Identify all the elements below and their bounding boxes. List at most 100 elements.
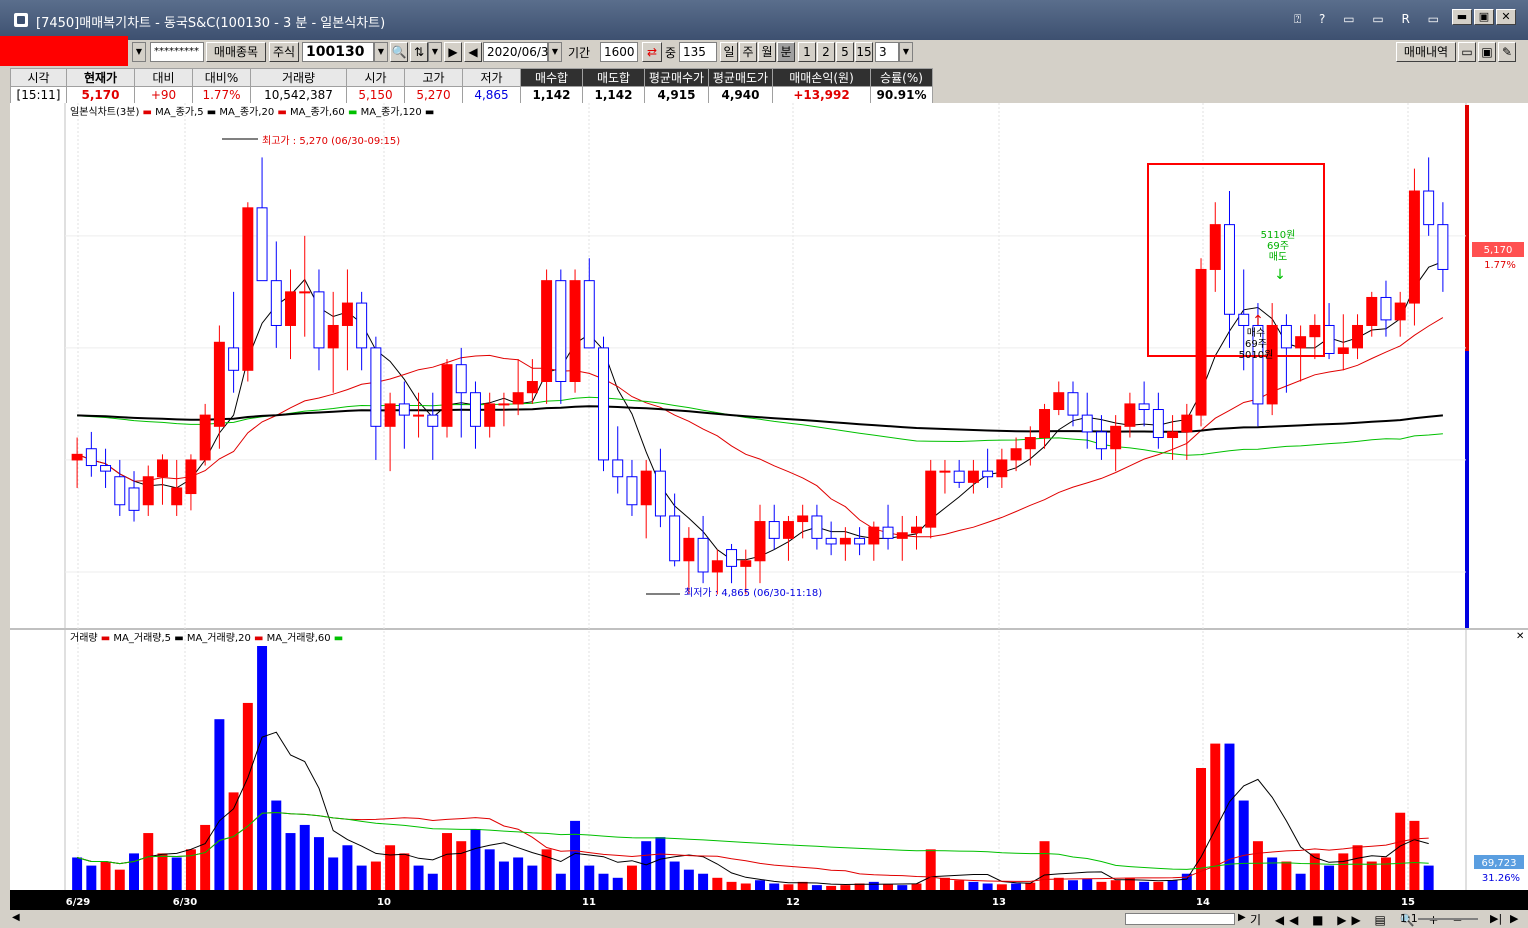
volume-bar bbox=[313, 837, 324, 890]
volume-bar bbox=[1025, 882, 1036, 890]
sell-annotation-text: 매도 bbox=[1269, 251, 1287, 263]
volume-bar bbox=[1267, 857, 1278, 890]
volume-bar bbox=[612, 877, 623, 890]
password-field[interactable]: ********* bbox=[150, 42, 204, 62]
play-icon[interactable]: ▶ bbox=[444, 42, 462, 62]
volume-bar bbox=[769, 883, 780, 890]
candle-body bbox=[1394, 302, 1406, 321]
week-button[interactable]: 주 bbox=[739, 42, 757, 62]
sort-dropdown[interactable]: ▼ bbox=[428, 42, 442, 62]
candle-body bbox=[427, 414, 439, 427]
candle-body bbox=[469, 392, 481, 427]
count-label: 중 bbox=[665, 46, 677, 60]
next-icon[interactable]: ▶ bbox=[1510, 912, 1518, 925]
price-legend-swatch: ▬ bbox=[277, 107, 286, 118]
candle-body bbox=[854, 537, 866, 545]
candle-body bbox=[839, 537, 851, 545]
date-input[interactable]: 2020/06/30 bbox=[483, 42, 556, 62]
volume-bar bbox=[527, 865, 538, 890]
period-input[interactable]: 1600 bbox=[600, 42, 638, 62]
interval-dropdown[interactable]: ▼ bbox=[899, 42, 913, 62]
volume-legend-swatch: ▬ bbox=[334, 633, 343, 644]
minimize-button[interactable]: ▬ bbox=[1452, 9, 1472, 25]
volume-legend-swatch: ▬ bbox=[101, 633, 110, 644]
volume-bar bbox=[129, 853, 139, 890]
candle-body bbox=[711, 560, 723, 573]
candle-body bbox=[398, 403, 410, 416]
candle-body bbox=[100, 465, 112, 472]
candle-body bbox=[1366, 296, 1378, 326]
save-icon[interactable]: ▣ bbox=[1478, 42, 1496, 62]
volume-bar bbox=[328, 857, 339, 890]
volume-bar bbox=[1409, 820, 1420, 890]
end-icon[interactable]: ▶| bbox=[1490, 912, 1502, 925]
interval-5-button[interactable]: 5 bbox=[836, 42, 854, 62]
minute-button[interactable]: 분 bbox=[777, 42, 795, 62]
volume-bar bbox=[1039, 841, 1050, 890]
scroll-right-icon[interactable]: ▶ bbox=[1238, 912, 1246, 923]
info-header-cell: 시가 bbox=[346, 68, 405, 87]
maximize-button[interactable]: ▣ bbox=[1474, 9, 1494, 25]
candle-body bbox=[1309, 324, 1321, 338]
info-value-cell: 1.77% bbox=[192, 86, 251, 104]
price-legend-item: MA_종가,20 bbox=[216, 106, 277, 118]
settings-icon[interactable]: ✎ bbox=[1498, 42, 1516, 62]
volume-bar bbox=[840, 885, 851, 890]
volume-bar bbox=[982, 883, 993, 890]
candle-body bbox=[1010, 448, 1022, 461]
back-icon[interactable]: ◀ bbox=[464, 42, 482, 62]
candle-body bbox=[1209, 224, 1221, 270]
buy-annotation-text: 매수 bbox=[1247, 327, 1265, 339]
account-dropdown-arrow[interactable]: ▼ bbox=[132, 42, 146, 62]
redacted-account-field[interactable] bbox=[0, 36, 128, 66]
volume-bar bbox=[100, 861, 111, 890]
zoom-slider[interactable] bbox=[1418, 918, 1478, 920]
volume-bar bbox=[242, 702, 253, 890]
month-button[interactable]: 월 bbox=[758, 42, 776, 62]
sort-icon[interactable]: ⇅ bbox=[410, 42, 428, 62]
count-input[interactable]: 135 bbox=[679, 42, 717, 62]
trade-item-button[interactable]: 매매종목 bbox=[206, 42, 266, 62]
interval-2-button[interactable]: 2 bbox=[817, 42, 835, 62]
candle-body bbox=[1039, 409, 1051, 439]
volume-bar bbox=[442, 833, 452, 890]
interval-1-button[interactable]: 1 bbox=[798, 42, 816, 62]
candle-body bbox=[512, 392, 524, 405]
close-button[interactable]: ✕ bbox=[1496, 9, 1516, 25]
x-axis-label: 13 bbox=[992, 897, 1006, 908]
volume-bar bbox=[555, 873, 566, 890]
candle-body bbox=[1224, 224, 1235, 315]
candle-body bbox=[313, 291, 325, 349]
volume-bar bbox=[427, 873, 438, 890]
interval-input[interactable]: 3 bbox=[875, 42, 899, 62]
trade-history-button[interactable]: 매매내역 bbox=[1396, 42, 1456, 62]
zoom-ratio[interactable]: 1:1 bbox=[1400, 912, 1418, 925]
volume-bar bbox=[114, 869, 125, 890]
candle-body bbox=[925, 470, 937, 528]
search-icon[interactable]: 🔍 bbox=[390, 42, 408, 62]
stock-code-dropdown[interactable]: ▼ bbox=[374, 42, 388, 62]
chart-type-icon[interactable]: ⇄ bbox=[642, 42, 662, 62]
stock-code-input[interactable]: 100130 bbox=[302, 42, 374, 62]
volume-bar bbox=[513, 857, 524, 890]
date-dropdown[interactable]: ▼ bbox=[548, 42, 562, 62]
high-price-label: 최고가 : 5,270 (06/30-09:15) bbox=[262, 135, 400, 147]
interval-15-button[interactable]: 15 bbox=[855, 42, 873, 62]
chart-area[interactable]: 일본식차트(3분) ▬ MA_종가,5 ▬ MA_종가,20 ▬ MA_종가,6… bbox=[0, 103, 1528, 910]
volume-bar bbox=[996, 884, 1007, 890]
day-button[interactable]: 일 bbox=[720, 42, 738, 62]
candle-body bbox=[811, 515, 823, 539]
scroll-left-icon[interactable]: ◀ bbox=[12, 912, 20, 923]
candle-body bbox=[171, 487, 183, 506]
candle-body bbox=[782, 521, 794, 539]
open-folder-icon[interactable]: ▭ bbox=[1458, 42, 1476, 62]
stock-type-button[interactable]: 주식 bbox=[269, 42, 299, 62]
info-header-row: 시각 현재가 대비 대비% 거래량 시가 고가 저가 매수합 매도합 평균매수가 평균매도가 매매손익(… bbox=[10, 68, 933, 87]
low-price-label: 최저가 : 4,865 (06/30-11:18) bbox=[684, 587, 822, 599]
info-header-cell: 대비 bbox=[134, 68, 193, 87]
horizontal-scrollbar[interactable] bbox=[1125, 913, 1235, 925]
titlebar-tool-icons[interactable]: ⍰ ? ▭ ▭ R ▭ bbox=[1294, 12, 1446, 27]
current-change-label: 1.77% bbox=[1484, 260, 1516, 271]
candle-body bbox=[526, 381, 538, 394]
info-header-cell: 시각 bbox=[10, 68, 67, 87]
